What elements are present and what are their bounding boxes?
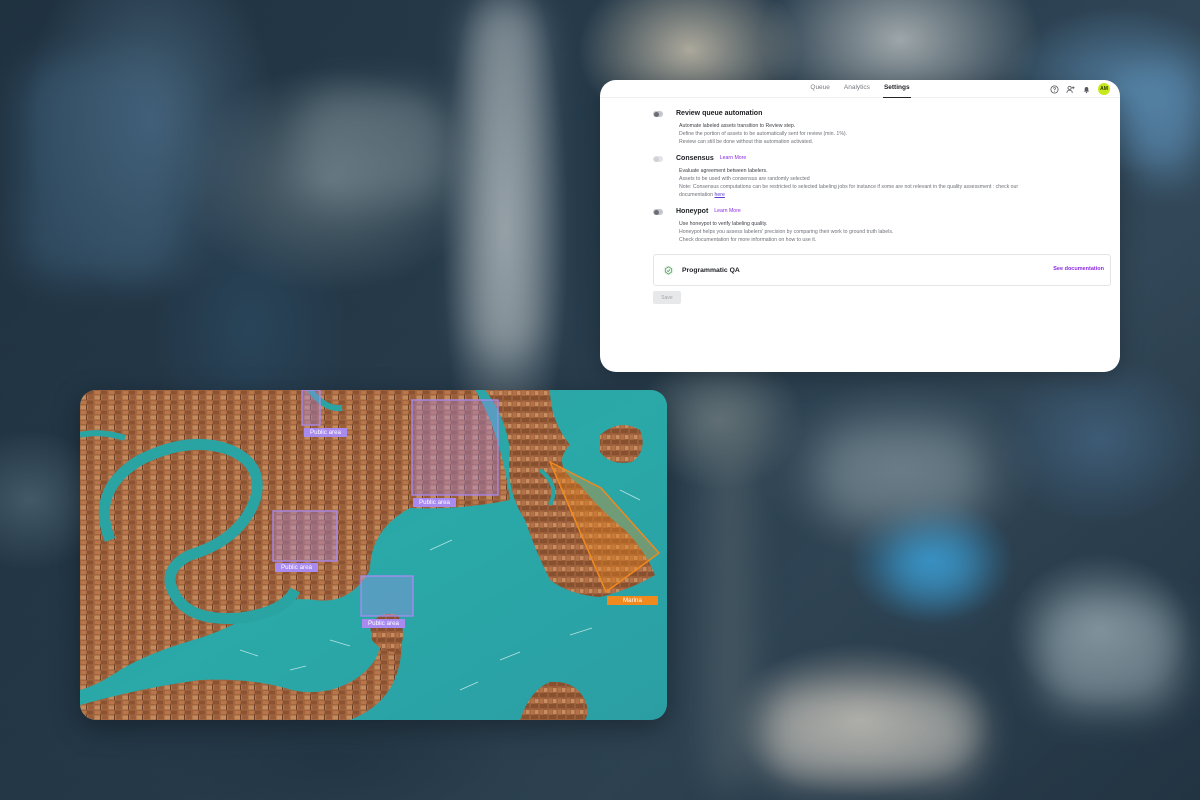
programmatic-qa-icon [663, 264, 674, 276]
bg-road [710, 390, 750, 790]
description-line: documentation here [679, 191, 1110, 199]
public-area-label-2[interactable]: Public area [413, 498, 456, 507]
description-line: Note: Consensus computations can be rest… [679, 184, 1019, 190]
tab-analytics[interactable]: Analytics [843, 80, 871, 98]
consensus-section: Consensus Learn More Evaluate agreement … [653, 153, 1110, 199]
tab-queue[interactable]: Queue [809, 80, 831, 98]
top-navigation-bar: Queue Analytics Settings AM [600, 80, 1120, 98]
nav-tabs: Queue Analytics Settings [600, 80, 1120, 98]
documentation-prefix: documentation [679, 192, 715, 198]
programmatic-qa-card: Programmatic QA See documentation [653, 254, 1111, 286]
review-automation-section: Review queue automation Automate labeled… [653, 108, 1110, 146]
honeypot-description: Use honeypot to verify labeling quality.… [676, 220, 1110, 244]
review-automation-toggle[interactable] [653, 111, 663, 117]
aerial-map-panel: Public area Public area Public area Publ… [80, 390, 667, 720]
consensus-toggle[interactable] [653, 156, 663, 162]
small-island [600, 425, 643, 463]
top-right-actions: AM [1050, 83, 1110, 95]
public-area-label-4[interactable]: Public area [362, 619, 405, 628]
public-area-box-1[interactable] [301, 390, 321, 426]
bg-building [1130, 60, 1200, 180]
consensus-description: Evaluate agreement between labelers. Ass… [676, 167, 1110, 199]
honeypot-section: Honeypot Learn More Use honeypot to veri… [653, 206, 1110, 244]
public-area-label-1[interactable]: Public area [304, 428, 347, 437]
description-line: Assets to be used with consensus are ran… [679, 176, 810, 182]
programmatic-qa-title: Programmatic QA [682, 266, 740, 274]
consensus-title: Consensus [676, 155, 714, 162]
description-line: Evaluate agreement between labelers. [679, 168, 768, 174]
help-icon[interactable] [1050, 84, 1059, 94]
bg-building [1040, 600, 1180, 710]
bg-pool [890, 530, 980, 600]
bg-building [760, 690, 980, 780]
bg-road [470, 0, 540, 360]
public-area-label-3[interactable]: Public area [275, 563, 318, 572]
save-button[interactable]: Save [653, 291, 681, 304]
bg-building [300, 90, 450, 200]
description-line: Check documentation for more information… [679, 237, 817, 243]
aerial-map [80, 390, 667, 720]
description-line: Automate labeled assets transition to Re… [679, 123, 796, 129]
public-area-box-4[interactable] [360, 575, 414, 617]
description-line: Honeypot helps you assess labelers' prec… [679, 229, 894, 235]
consensus-learn-more-link[interactable]: Learn More [720, 153, 747, 164]
bg-building [20, 60, 180, 280]
description-line: Review can still be done without this au… [679, 139, 814, 145]
public-area-box-3[interactable] [272, 510, 338, 562]
marina-label[interactable]: Marina [607, 596, 658, 605]
see-documentation-link[interactable]: See documentation [1053, 266, 1104, 272]
public-area-box-2[interactable] [411, 399, 499, 496]
description-line: Define the portion of assets to be autom… [679, 131, 848, 137]
bell-icon[interactable] [1082, 85, 1091, 94]
bg-building [820, 430, 980, 520]
settings-panel: Queue Analytics Settings AM Review queue… [600, 80, 1120, 372]
settings-content: Review queue automation Automate labeled… [653, 108, 1110, 251]
review-automation-title: Review queue automation [676, 110, 763, 117]
honeypot-learn-more-link[interactable]: Learn More [714, 206, 741, 217]
consensus-documentation-link[interactable]: here [714, 192, 724, 198]
review-automation-description: Automate labeled assets transition to Re… [676, 122, 1110, 146]
avatar[interactable]: AM [1098, 83, 1110, 95]
description-line: Use honeypot to verify labeling quality. [679, 221, 768, 227]
honeypot-title: Honeypot [676, 208, 709, 215]
honeypot-toggle[interactable] [653, 209, 663, 215]
tab-settings[interactable]: Settings [882, 80, 911, 98]
add-user-icon[interactable] [1066, 85, 1075, 94]
